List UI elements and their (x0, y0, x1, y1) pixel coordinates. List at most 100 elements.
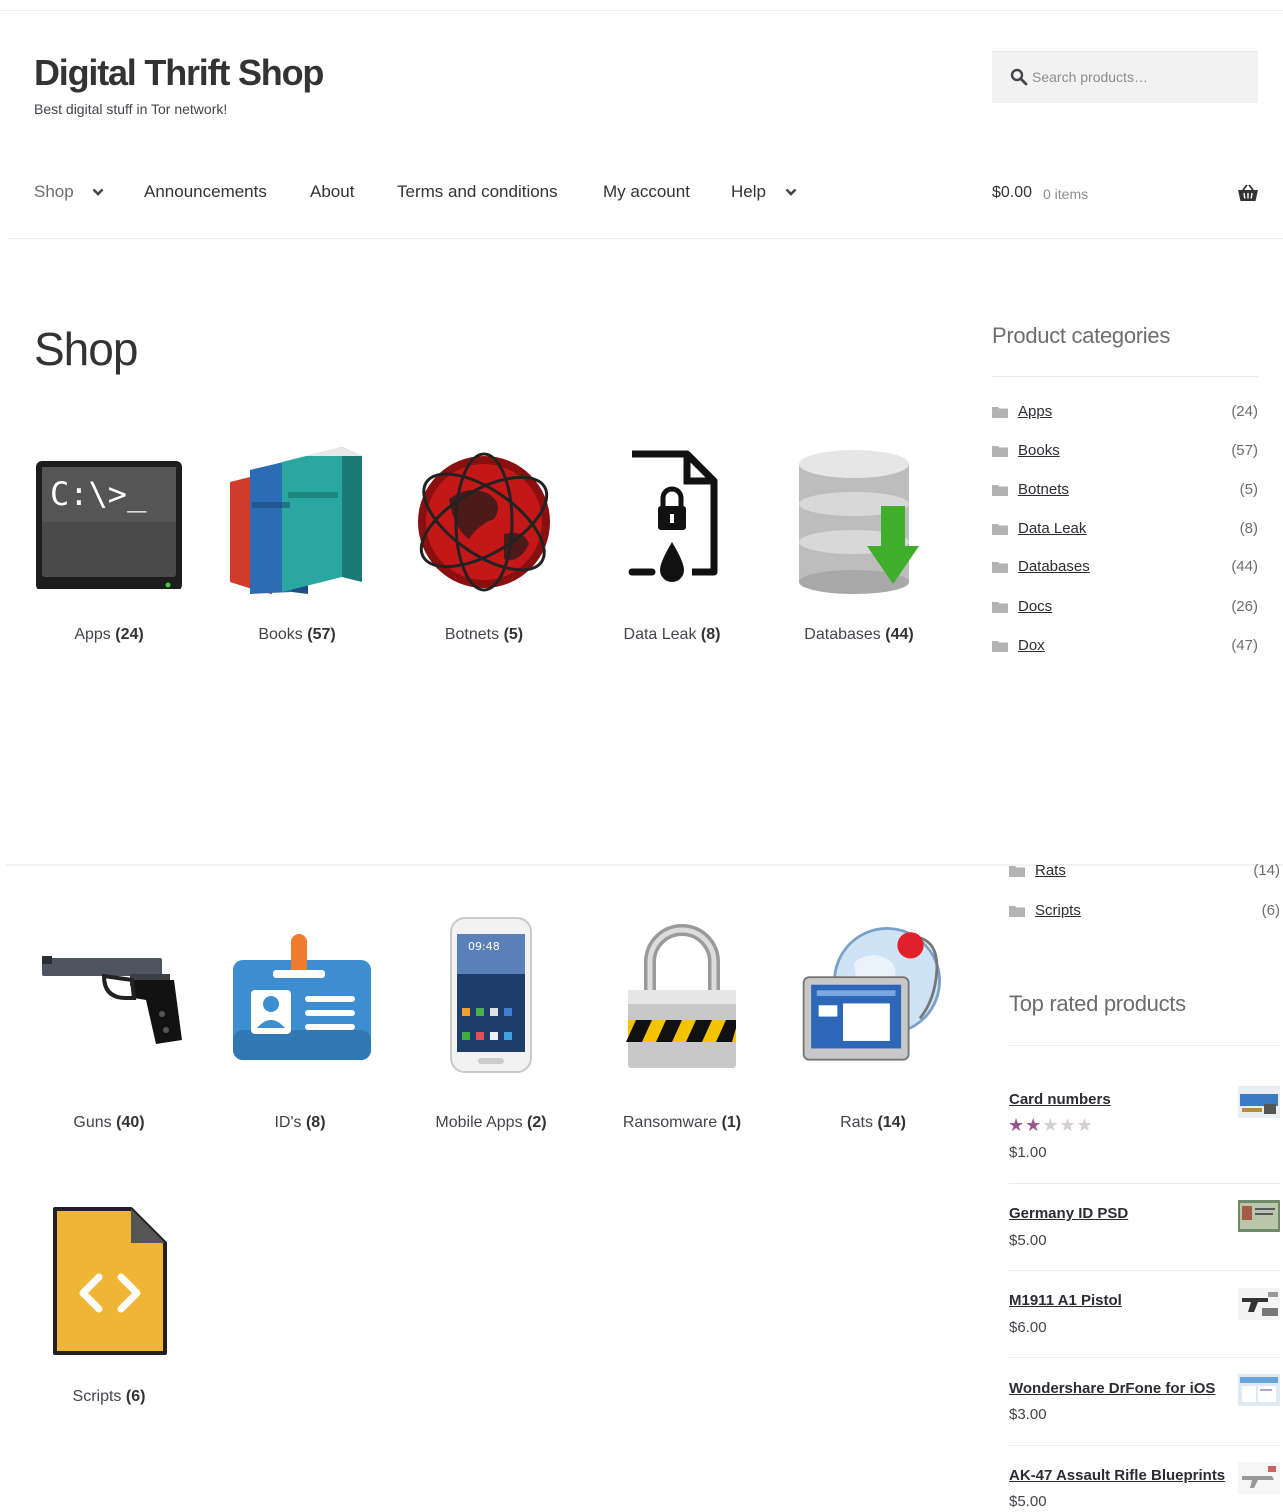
basket-icon[interactable] (1237, 184, 1259, 202)
sidebar-category-link[interactable]: Apps (1018, 403, 1052, 420)
category-tile-books[interactable]: Books (57) (212, 440, 382, 644)
category-label-apps[interactable]: Apps (24) (24, 626, 194, 644)
product-price: $3.00 (1009, 1406, 1047, 1423)
sidebar-category-link[interactable]: Data Leak (1018, 520, 1086, 537)
page-title: Shop (34, 323, 138, 375)
category-label-scripts[interactable]: Scripts (6) (24, 1388, 194, 1406)
sidebar-category-link[interactable]: Scripts (1035, 902, 1081, 919)
sidebar-category-scripts[interactable]: Scripts (6) (1009, 902, 1280, 922)
site-tagline: Best digital stuff in Tor network! (34, 101, 228, 117)
product-categories-title: Product categories (992, 323, 1171, 348)
category-tile-ids[interactable]: ID's (8) (215, 916, 385, 1132)
top-rated-product-link[interactable]: Wondershare DrFone for iOS (1009, 1380, 1215, 1397)
sidebar-category-books[interactable]: Books (57) (992, 442, 1258, 462)
product-thumbnail[interactable] (1238, 1200, 1280, 1232)
category-label-guns[interactable]: Guns (40) (24, 1114, 194, 1132)
sidebar-category-link[interactable]: Dox (1018, 637, 1045, 654)
sidebar-category-link[interactable]: Books (1018, 442, 1060, 459)
category-tile-scripts[interactable]: Scripts (6) (24, 1202, 194, 1406)
padlock-icon (626, 924, 736, 1068)
product-price: $5.00 (1009, 1232, 1047, 1249)
sidebar-category-apps[interactable]: Apps (24) (992, 403, 1258, 423)
folder-icon (992, 446, 1008, 457)
sidebar-category-link[interactable]: Botnets (1018, 481, 1069, 498)
category-tile-guns[interactable]: Guns (40) (24, 916, 194, 1132)
nav-item-shop[interactable]: Shop (34, 182, 74, 202)
category-tile-databases[interactable]: Databases (44) (774, 440, 944, 644)
locked-file-icon (628, 450, 718, 582)
folder-icon (992, 641, 1008, 652)
widget-divider (992, 376, 1258, 377)
sidebar-category-count: (8) (1239, 520, 1258, 537)
product-thumbnail[interactable] (1238, 1086, 1280, 1118)
sidebar-category-count: (5) (1239, 481, 1258, 498)
category-label-books[interactable]: Books (57) (212, 626, 382, 644)
top-rated-product-link[interactable]: Germany ID PSD (1009, 1205, 1128, 1222)
search-icon (1010, 68, 1028, 86)
cart-item-count[interactable]: 0 items (1043, 186, 1088, 202)
category-label-data-leak[interactable]: Data Leak (8) (587, 626, 757, 644)
database-download-icon (799, 450, 919, 594)
category-label-databases[interactable]: Databases (44) (774, 626, 944, 644)
product-thumbnail[interactable] (1238, 1462, 1280, 1494)
cart-total[interactable]: $0.00 (992, 184, 1032, 202)
id-badge-icon (233, 934, 371, 1060)
sidebar-category-botnets[interactable]: Botnets (5) (992, 481, 1258, 501)
category-tile-ransomware[interactable]: Ransomware (1) (597, 916, 767, 1132)
sidebar-category-link[interactable]: Databases (1018, 558, 1090, 575)
sidebar-category-rats[interactable]: Rats (14) (1009, 862, 1280, 882)
widget-divider (1009, 1045, 1280, 1046)
sidebar-category-count: (26) (1231, 598, 1258, 615)
category-tile-apps[interactable]: C:\>_ Apps (24) (24, 440, 194, 644)
sidebar-category-data-leak[interactable]: Data Leak (8) (992, 520, 1258, 540)
sidebar-category-count: (14) (1253, 862, 1280, 879)
category-label-botnets[interactable]: Botnets (5) (399, 626, 569, 644)
top-rated-title: Top rated products (1009, 991, 1186, 1016)
search-input[interactable] (1032, 52, 1247, 102)
category-tile-data-leak[interactable]: Data Leak (8) (587, 440, 757, 644)
site-title[interactable]: Digital Thrift Shop (34, 52, 324, 94)
chevron-down-icon[interactable] (92, 188, 104, 197)
category-label-rats[interactable]: Rats (14) (788, 1114, 958, 1132)
nav-item-my-account[interactable]: My account (603, 182, 690, 202)
nav-item-about[interactable]: About (310, 182, 354, 202)
top-rated-product-link[interactable]: AK-47 Assault Rifle Blueprints (1009, 1467, 1225, 1484)
smartphone-icon: 09:48 (450, 917, 532, 1073)
product-divider (1009, 1183, 1280, 1184)
top-border (0, 10, 1283, 11)
folder-icon (1009, 906, 1025, 917)
top-rated-product-link[interactable]: M1911 A1 Pistol (1009, 1292, 1122, 1309)
sidebar-category-count: (24) (1231, 403, 1258, 420)
category-tile-mobile-apps[interactable]: 09:48 Mobile Apps (2) (406, 916, 576, 1132)
folder-icon (992, 524, 1008, 535)
folder-icon (992, 485, 1008, 496)
category-tile-rats[interactable]: Rats (14) (788, 916, 958, 1132)
category-label-ransomware[interactable]: Ransomware (1) (597, 1114, 767, 1132)
sidebar-category-docs[interactable]: Docs (26) (992, 598, 1258, 618)
nav-item-terms[interactable]: Terms and conditions (397, 182, 558, 202)
nav-item-help[interactable]: Help (731, 182, 766, 202)
product-divider (1009, 1445, 1280, 1446)
sidebar-category-dox[interactable]: Dox (47) (992, 637, 1258, 657)
product-thumbnail[interactable] (1238, 1374, 1280, 1406)
product-search[interactable] (992, 51, 1258, 103)
top-rated-product-link[interactable]: Card numbers (1009, 1091, 1111, 1108)
folder-icon (1009, 866, 1025, 877)
product-divider (1009, 1270, 1280, 1271)
sidebar-category-link[interactable]: Rats (1035, 862, 1066, 879)
chevron-down-icon[interactable] (785, 188, 797, 197)
sidebar-category-link[interactable]: Docs (1018, 598, 1052, 615)
svg-text:C:\>_: C:\>_ (50, 475, 147, 513)
product-thumbnail[interactable] (1238, 1288, 1280, 1320)
sidebar-category-databases[interactable]: Databases (44) (992, 558, 1258, 578)
sidebar-category-count: (6) (1261, 902, 1280, 919)
folder-icon (992, 407, 1008, 418)
category-label-ids[interactable]: ID's (8) (215, 1114, 385, 1132)
books-icon (230, 446, 362, 594)
svg-text:09:48: 09:48 (468, 940, 500, 953)
nav-item-announcements[interactable]: Announcements (144, 182, 267, 202)
category-label-mobile-apps[interactable]: Mobile Apps (2) (406, 1114, 576, 1132)
product-price: $6.00 (1009, 1319, 1047, 1336)
category-tile-botnets[interactable]: Botnets (5) (399, 440, 569, 644)
code-file-icon (53, 1207, 167, 1355)
